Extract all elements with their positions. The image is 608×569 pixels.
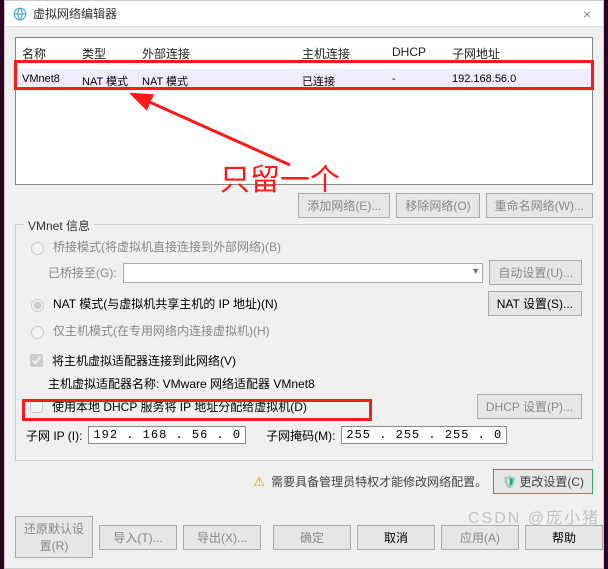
close-icon[interactable]: × [579,6,595,22]
bridge-to-select[interactable] [123,263,484,283]
subnet-mask-input[interactable]: 255 . 255 . 255 . 0 [341,426,507,444]
cell-ext: NAT 模式 [136,70,296,92]
warning-icon: ⚠ [253,474,265,490]
vm-network-editor-window: 虚拟网络编辑器 × 名称 类型 外部连接 主机连接 DHCP 子网地址 VMne… [4,0,604,569]
bridge-label: 桥接模式(将虚拟机直接连接到外部网络)(B) [53,238,281,255]
warning-text: 需要具备管理员特权才能修改网络配置。 [271,473,487,490]
shield-icon: 🛡 [502,475,517,489]
bridge-radio[interactable] [31,242,44,255]
use-dhcp-checkbox[interactable] [30,400,43,413]
group-title: VMnet 信息 [24,217,94,234]
col-dhcp: DHCP [386,42,446,65]
bridge-to-row: 已桥接至(G): 自动设置(U)... [48,260,582,285]
table-row[interactable]: VMnet8 NAT 模式 NAT 模式 已连接 - 192.168.56.0 [16,70,592,92]
subnet-mask-label: 子网掩码(M): [266,427,335,444]
apply-button[interactable]: 应用(A) [441,525,519,550]
subnet-ip-row: 子网 IP (I): 192 . 168 . 56 . 0 子网掩码(M): 2… [26,426,582,444]
cell-subnet: 192.168.56.0 [446,70,592,92]
rename-network-button[interactable]: 重命名网络(W)... [486,193,593,218]
table-header: 名称 类型 外部连接 主机连接 DHCP 子网地址 [16,38,592,70]
connect-host-checkbox[interactable] [30,354,43,367]
remove-network-button[interactable]: 移除网络(O) [396,193,479,218]
import-button[interactable]: 导入(T)... [99,525,177,550]
cell-type: NAT 模式 [76,70,136,92]
col-host: 主机连接 [296,42,386,65]
col-subnet: 子网地址 [446,42,592,65]
nat-settings-button[interactable]: NAT 设置(S)... [488,291,582,316]
content-area: 名称 类型 外部连接 主机连接 DHCP 子网地址 VMnet8 NAT 模式 … [5,27,603,510]
network-table[interactable]: 名称 类型 外部连接 主机连接 DHCP 子网地址 VMnet8 NAT 模式 … [15,37,593,185]
use-dhcp-label: 使用本地 DHCP 服务将 IP 地址分配给虚拟机(D) [52,398,307,415]
admin-warning-row: ⚠ 需要具备管理员特权才能修改网络配置。 🛡更改设置(C) [15,469,593,494]
subnet-ip-input[interactable]: 192 . 168 . 56 . 0 [88,426,246,444]
connect-host-label: 将主机虚拟适配器连接到此网络(V) [52,352,236,369]
watermark: CSDN @庞小猪 [468,504,600,528]
ok-button[interactable]: 确定 [273,525,351,550]
col-ext: 外部连接 [136,42,296,65]
add-network-button[interactable]: 添加网络(E)... [298,193,390,218]
help-button[interactable]: 帮助 [525,525,603,550]
change-settings-button[interactable]: 🛡更改设置(C) [493,469,593,494]
hostonly-radio-row: 仅主机模式(在专用网络内连接虚拟机)(H) [26,322,582,339]
dhcp-settings-button[interactable]: DHCP 设置(P)... [477,394,582,419]
adapter-name-label: 主机虚拟适配器名称: VMware 网络适配器 VMnet8 [48,375,315,392]
cell-dhcp: - [386,70,446,92]
cell-name: VMnet8 [16,70,76,92]
app-icon [13,7,27,21]
titlebar: 虚拟网络编辑器 × [5,1,603,27]
bridge-to-label: 已桥接至(G): [48,264,117,281]
export-button[interactable]: 导出(X)... [183,525,261,550]
adapter-name-row: 主机虚拟适配器名称: VMware 网络适配器 VMnet8 [48,375,582,392]
col-type: 类型 [76,42,136,65]
connect-host-row: 将主机虚拟适配器连接到此网络(V) [26,351,582,370]
restore-defaults-button[interactable]: 还原默认设置(R) [15,516,93,558]
hostonly-radio[interactable] [31,326,44,339]
nat-label: NAT 模式(与虚拟机共享主机的 IP 地址)(N) [53,295,278,312]
bridge-radio-row: 桥接模式(将虚拟机直接连接到外部网络)(B) [26,238,582,255]
change-settings-label: 更改设置(C) [519,475,584,489]
cancel-button[interactable]: 取消 [357,525,435,550]
nat-radio[interactable] [31,299,44,312]
hostonly-label: 仅主机模式(在专用网络内连接虚拟机)(H) [53,322,270,339]
window-title: 虚拟网络编辑器 [33,5,579,22]
col-name: 名称 [16,42,76,65]
cell-host: 已连接 [296,70,386,92]
network-buttons: 添加网络(E)... 移除网络(O) 重命名网络(W)... [15,193,593,218]
subnet-ip-label: 子网 IP (I): [26,427,82,444]
auto-settings-button[interactable]: 自动设置(U)... [489,260,582,285]
vmnet-info-group: VMnet 信息 桥接模式(将虚拟机直接连接到外部网络)(B) 已桥接至(G):… [15,224,593,461]
use-dhcp-row: 使用本地 DHCP 服务将 IP 地址分配给虚拟机(D) DHCP 设置(P).… [26,397,582,416]
nat-radio-row: NAT 模式(与虚拟机共享主机的 IP 地址)(N) NAT 设置(S)... [26,295,582,312]
